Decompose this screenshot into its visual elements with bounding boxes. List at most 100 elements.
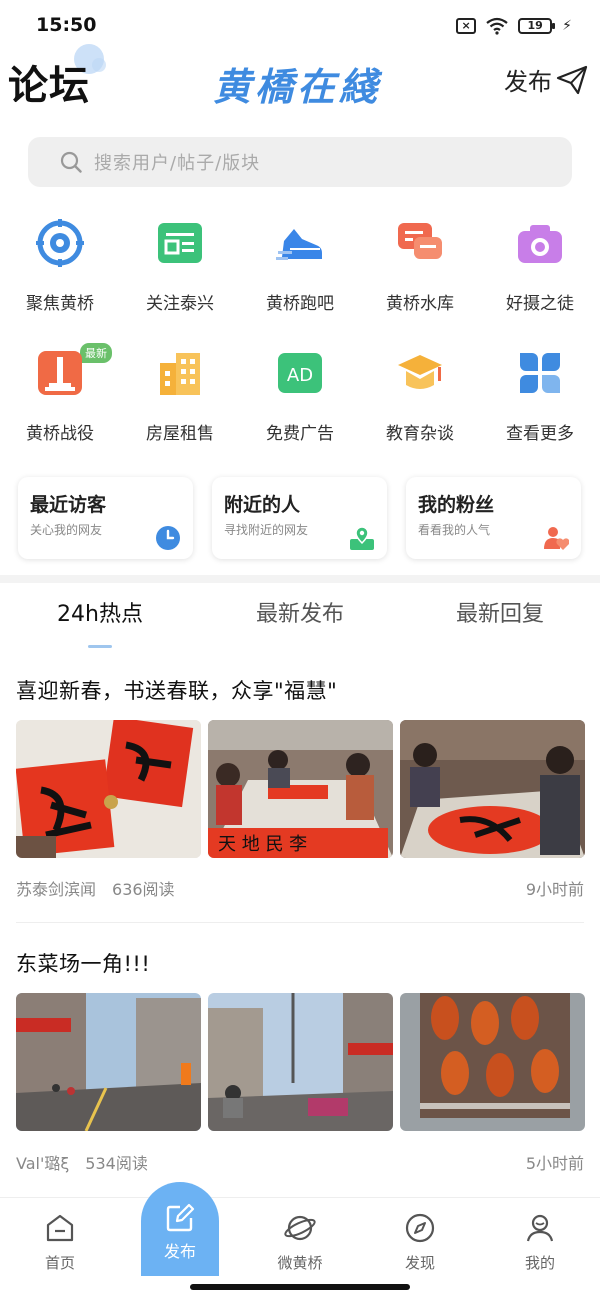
heart-user-icon bbox=[544, 527, 569, 550]
category-follow-taixing[interactable]: 关注泰兴 bbox=[120, 215, 240, 325]
camera-icon bbox=[518, 225, 562, 263]
nav-discover[interactable]: 发现 bbox=[360, 1212, 480, 1273]
category-focus-huangqiao[interactable]: 聚焦黄桥 bbox=[0, 215, 120, 325]
tab-latest-replies[interactable]: 最新回复 bbox=[400, 596, 600, 628]
card-subtitle: 关心我的网友 bbox=[30, 523, 103, 537]
post-author[interactable]: Val'璐ξ bbox=[16, 1154, 69, 1173]
location-icon bbox=[350, 526, 374, 550]
tab-indicator bbox=[88, 645, 112, 648]
tab-24h-hot[interactable]: 24h热点 bbox=[0, 596, 200, 628]
category-more[interactable]: 查看更多 bbox=[480, 345, 600, 455]
svg-text:天 地 民 李: 天 地 民 李 bbox=[218, 834, 307, 855]
status-time: 15:50 bbox=[36, 14, 97, 36]
no-sim-icon: × bbox=[456, 18, 477, 34]
card-title: 附近的人 bbox=[224, 494, 301, 516]
category-photography[interactable]: 好摄之徒 bbox=[480, 215, 600, 325]
card-my-fans[interactable]: 我的粉丝 看看我的人气 bbox=[406, 477, 581, 559]
card-subtitle: 看看我的人气 bbox=[418, 523, 491, 537]
ad-icon: AD bbox=[278, 353, 322, 393]
sneaker-icon bbox=[276, 229, 322, 260]
post-title[interactable]: 东菜场一角!!! bbox=[16, 948, 150, 978]
post-image[interactable] bbox=[400, 720, 585, 858]
card-title: 最近访客 bbox=[30, 494, 107, 516]
chat-icon bbox=[398, 223, 442, 259]
nav-home[interactable]: 首页 bbox=[0, 1212, 120, 1273]
nav-label: 微黄桥 bbox=[277, 1254, 323, 1272]
nav-label: 发现 bbox=[404, 1254, 435, 1272]
news-icon bbox=[158, 223, 202, 263]
section-divider bbox=[0, 575, 600, 583]
nav-label: 首页 bbox=[44, 1254, 75, 1272]
edit-icon bbox=[166, 1203, 195, 1232]
search-input[interactable]: 搜索用户/帖子/版块 bbox=[28, 137, 572, 187]
building-icon bbox=[160, 353, 200, 395]
tab-latest-posts[interactable]: 最新发布 bbox=[200, 596, 400, 628]
publish-button[interactable]: 发布 bbox=[504, 62, 588, 97]
page-title: 论坛 bbox=[8, 63, 90, 109]
battery-icon: 19 bbox=[518, 18, 556, 34]
category-label: 教育杂谈 bbox=[386, 424, 454, 444]
wifi-icon bbox=[486, 17, 508, 35]
user-icon bbox=[526, 1214, 554, 1242]
new-badge: 最新 bbox=[80, 343, 112, 363]
category-label: 黄桥战役 bbox=[26, 424, 94, 444]
paper-plane-icon bbox=[556, 65, 588, 94]
card-title: 我的粉丝 bbox=[418, 494, 495, 516]
nav-label: 我的 bbox=[524, 1254, 555, 1272]
category-free-ads[interactable]: AD 免费广告 bbox=[240, 345, 360, 455]
status-bar: 15:50 × 19 ⚡ bbox=[0, 0, 600, 50]
post-reads: 534阅读 bbox=[85, 1154, 148, 1173]
post-meta: Val'璐ξ 534阅读 bbox=[16, 1150, 164, 1174]
post-image[interactable]: 天 地 民 李 bbox=[208, 720, 393, 858]
graduation-cap-icon bbox=[398, 355, 442, 389]
post-title[interactable]: 喜迎新春，书送春联，众享"福慧" bbox=[16, 675, 337, 705]
compass-icon bbox=[405, 1213, 435, 1243]
header: 论坛 黄橋在綫 发布 bbox=[0, 44, 600, 110]
post-author[interactable]: 苏泰剑滨闻 bbox=[16, 880, 96, 899]
post-image[interactable] bbox=[208, 993, 393, 1131]
home-indicator bbox=[190, 1284, 410, 1290]
category-reservoir[interactable]: 黄桥水库 bbox=[360, 215, 480, 325]
category-label: 关注泰兴 bbox=[146, 294, 214, 314]
title-decoration-small bbox=[92, 58, 106, 72]
category-battle[interactable]: 最新 黄桥战役 bbox=[0, 343, 120, 455]
category-education[interactable]: 教育杂谈 bbox=[360, 345, 480, 455]
category-label: 免费广告 bbox=[266, 424, 334, 444]
category-housing[interactable]: 房屋租售 bbox=[120, 345, 240, 455]
home-icon bbox=[46, 1214, 74, 1242]
search-icon bbox=[60, 151, 82, 173]
nav-label: 发布 bbox=[163, 1242, 196, 1261]
card-recent-visitors[interactable]: 最近访客 关心我的网友 bbox=[18, 477, 193, 559]
more-grid-icon bbox=[520, 353, 560, 393]
status-icons: × 19 ⚡ bbox=[456, 16, 572, 36]
post-image[interactable] bbox=[16, 720, 201, 858]
category-label: 黄桥水库 bbox=[386, 294, 454, 314]
post-image[interactable] bbox=[400, 993, 585, 1131]
search-placeholder: 搜索用户/帖子/版块 bbox=[94, 153, 261, 174]
nav-publish-button[interactable]: 发布 bbox=[141, 1182, 219, 1276]
post-separator bbox=[16, 922, 584, 923]
monument-icon bbox=[38, 351, 82, 395]
card-subtitle: 寻找附近的网友 bbox=[224, 523, 309, 537]
publish-button-label: 发布 bbox=[504, 68, 552, 96]
feed-tabs: 24h热点 最新发布 最新回复 bbox=[0, 596, 600, 648]
post-meta: 苏泰剑滨闻 636阅读 bbox=[16, 876, 191, 900]
category-label: 黄桥跑吧 bbox=[266, 294, 334, 314]
site-logo: 黄橋在綫 bbox=[213, 64, 382, 109]
category-running[interactable]: 黄桥跑吧 bbox=[240, 215, 360, 325]
category-label: 房屋租售 bbox=[146, 424, 214, 444]
nav-weihuangqiao[interactable]: 微黄桥 bbox=[240, 1212, 360, 1273]
svg-text:AD: AD bbox=[287, 365, 313, 386]
card-nearby-people[interactable]: 附近的人 寻找附近的网友 bbox=[212, 477, 387, 559]
category-label: 查看更多 bbox=[506, 424, 574, 444]
post-image[interactable] bbox=[16, 993, 201, 1131]
clock-icon bbox=[156, 526, 180, 550]
category-label: 好摄之徒 bbox=[506, 294, 574, 314]
post-time: 9小时前 bbox=[525, 880, 584, 899]
charging-icon: ⚡ bbox=[562, 18, 572, 34]
target-icon bbox=[36, 219, 84, 267]
nav-mine[interactable]: 我的 bbox=[480, 1212, 600, 1273]
post-time: 5小时前 bbox=[525, 1154, 584, 1173]
planet-icon bbox=[284, 1215, 316, 1241]
category-label: 聚焦黄桥 bbox=[26, 294, 94, 314]
